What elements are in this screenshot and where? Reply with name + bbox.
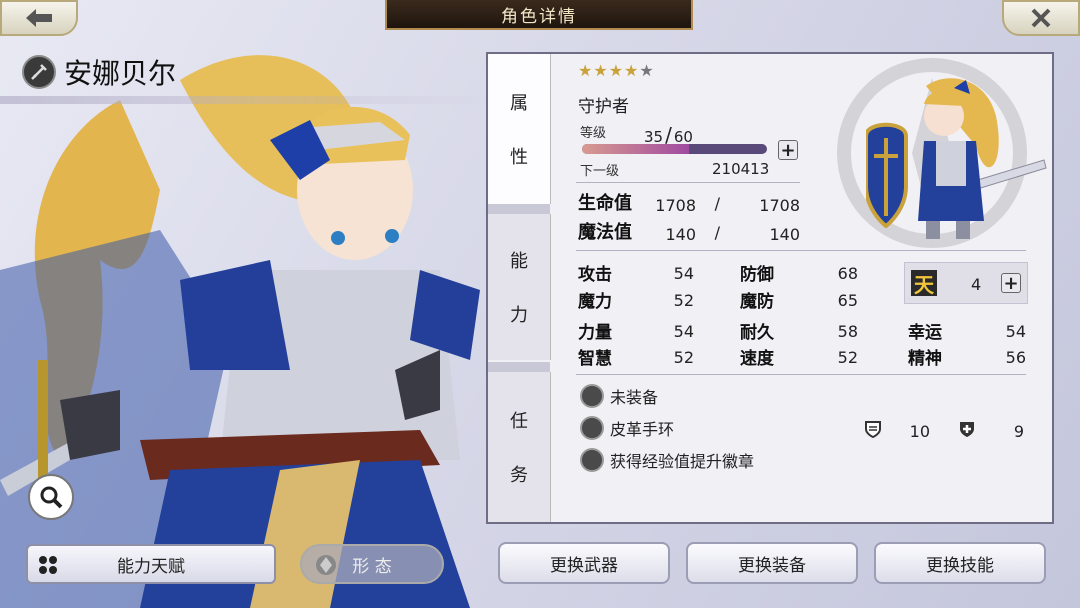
hp-slash: / xyxy=(714,194,720,213)
mdef-label: 魔防 xyxy=(740,292,774,312)
luck-value: 54 xyxy=(1005,322,1026,341)
divider xyxy=(576,374,1026,375)
star-icon: ★ xyxy=(608,61,625,80)
star-icon: ★ xyxy=(624,61,640,80)
badge-slot-label: 获得经验值提升徽章 xyxy=(610,452,755,471)
star-empty-icon: ★ xyxy=(639,61,655,80)
tab-attributes[interactable]: 属 性 xyxy=(488,54,551,204)
grid-dots-icon xyxy=(39,556,57,574)
change-weapon-label: 更换武器 xyxy=(550,555,618,576)
sword-icon xyxy=(580,384,604,408)
bracelet-icon xyxy=(580,416,604,440)
spi-value: 56 xyxy=(1005,348,1026,367)
mp-value: 140 xyxy=(665,225,696,244)
tab-quest-char1: 任 xyxy=(510,411,528,432)
tab-ability[interactable]: 能 力 xyxy=(488,214,551,360)
close-icon xyxy=(1031,8,1051,28)
level-label: 等级 xyxy=(580,126,607,141)
divider xyxy=(576,250,1026,251)
ability-talent-button[interactable]: 能力天赋 xyxy=(26,544,276,584)
atk-value: 54 xyxy=(673,264,694,283)
end-value: 58 xyxy=(837,322,858,341)
back-button[interactable] xyxy=(0,0,78,36)
magnifier-icon xyxy=(40,486,63,509)
level-progress-bar xyxy=(582,144,767,154)
luck-label: 幸运 xyxy=(908,323,942,343)
tab-quest[interactable]: 任 务 xyxy=(488,372,551,522)
int-value: 52 xyxy=(673,348,694,367)
form-label: 形 态 xyxy=(352,556,392,577)
int-label: 智慧 xyxy=(578,349,612,369)
page-title: 角色详情 xyxy=(385,0,693,30)
character-illustration xyxy=(0,55,480,608)
mdef-value: 65 xyxy=(837,291,858,310)
change-skill-button[interactable]: 更换技能 xyxy=(874,542,1046,584)
accessory-slot[interactable]: 皮革手环 xyxy=(580,416,674,440)
rarity-stars: ★★★★★ xyxy=(578,61,655,80)
divider xyxy=(576,182,800,183)
attributes-content: ★★★★★ 守护者 等级 35/60 + 下一级 210413 生命值 1708… xyxy=(560,56,1050,522)
form-button[interactable]: 形 态 xyxy=(300,544,444,584)
talent-badge-icon: 天 xyxy=(911,270,937,297)
hp-value: 1708 xyxy=(655,196,696,215)
spd-value: 52 xyxy=(837,348,858,367)
atk-label: 攻击 xyxy=(578,265,612,285)
name-underline xyxy=(0,96,500,104)
badge-slot[interactable]: 获得经验值提升徽章 xyxy=(580,448,754,472)
tab-separator xyxy=(488,362,550,372)
str-value: 54 xyxy=(673,322,694,341)
def-label: 防御 xyxy=(740,265,774,285)
spd-label: 速度 xyxy=(740,349,774,369)
level-up-plus-button[interactable]: + xyxy=(778,140,798,161)
tab-attributes-char2: 性 xyxy=(510,147,528,168)
change-weapon-button[interactable]: 更换武器 xyxy=(498,542,670,584)
talent-box: 天 4 + xyxy=(904,262,1028,304)
form-emblem-icon xyxy=(316,555,336,575)
spi-label: 精神 xyxy=(908,349,942,369)
next-level-label: 下一级 xyxy=(580,164,620,179)
tab-ability-char2: 力 xyxy=(510,305,528,326)
mp-label: 魔法值 xyxy=(578,222,632,243)
hp-max: 1708 xyxy=(759,196,800,215)
change-skill-label: 更换技能 xyxy=(926,555,994,576)
str-label: 力量 xyxy=(578,323,612,343)
arrow-left-icon xyxy=(26,9,52,27)
change-equipment-button[interactable]: 更换装备 xyxy=(686,542,858,584)
tab-quest-char2: 务 xyxy=(510,465,528,486)
hp-label: 生命值 xyxy=(578,193,632,214)
character-name: 安娜贝尔 xyxy=(64,57,177,90)
accessory-slot-label: 皮革手环 xyxy=(610,420,675,439)
star-icon: ★ xyxy=(578,61,594,80)
end-label: 耐久 xyxy=(740,323,774,343)
character-role: 守护者 xyxy=(578,97,629,117)
ability-talent-label: 能力天赋 xyxy=(117,556,185,577)
mp-slash: / xyxy=(714,223,720,242)
star-badge-icon xyxy=(580,448,604,472)
sword-class-icon xyxy=(22,55,56,89)
weapon-slot-label: 未装备 xyxy=(610,388,659,407)
close-button[interactable] xyxy=(1002,0,1080,36)
zoom-button[interactable] xyxy=(28,474,74,520)
def-value: 68 xyxy=(837,264,858,283)
accessory-hp-value: 9 xyxy=(1013,422,1024,441)
character-name-block: 安娜贝尔 xyxy=(22,52,176,92)
next-level-exp: 210413 xyxy=(712,160,770,178)
weapon-slot[interactable]: 未装备 xyxy=(580,384,658,408)
talent-plus-button[interactable]: + xyxy=(1001,273,1021,294)
accessory-def-value: 10 xyxy=(909,422,930,441)
tab-separator xyxy=(488,204,550,214)
defense-shield-icon xyxy=(864,420,882,442)
talent-value: 4 xyxy=(971,275,982,294)
mag-value: 52 xyxy=(673,291,694,310)
tab-ability-char1: 能 xyxy=(510,251,528,272)
mag-label: 魔力 xyxy=(578,292,612,312)
change-equipment-label: 更换装备 xyxy=(738,555,806,576)
tab-attributes-char1: 属 xyxy=(510,93,528,114)
mp-max: 140 xyxy=(769,225,800,244)
hp-cross-shield-icon xyxy=(958,420,976,442)
star-icon: ★ xyxy=(593,61,609,80)
